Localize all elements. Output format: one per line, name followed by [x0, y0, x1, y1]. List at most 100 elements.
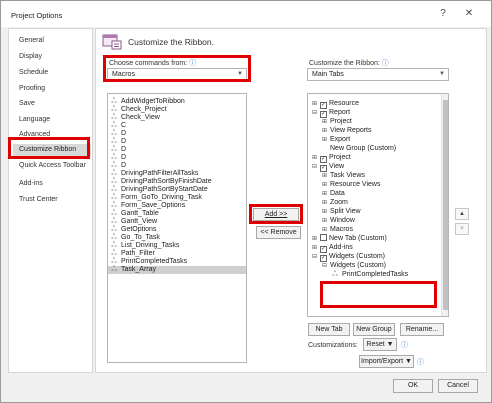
command-item[interactable]: ஃ List_Driving_Tasks: [110, 242, 179, 250]
macro-icon: ஃ: [111, 154, 117, 161]
ribbon-tree-label: Resource: [329, 100, 359, 107]
ribbon-tree-item[interactable]: ⊟ ✓ View: [311, 162, 344, 172]
tree-scrollbar-thumb[interactable]: [443, 100, 448, 310]
ribbon-tree-item[interactable]: ⊞ Resource Views: [321, 180, 380, 189]
chevron-down-icon: ▼: [237, 71, 243, 77]
ribbon-tree-item[interactable]: ⊞ ✓ Add-ins: [311, 243, 353, 253]
commands-list[interactable]: ஃ AddWidgetToRibbon ஃ Check_Project ஃ Check_V…: [107, 93, 247, 363]
command-item[interactable]: ஃ Gantt_Table: [110, 210, 159, 218]
new-tab-button[interactable]: New Tab: [308, 323, 350, 336]
add-button[interactable]: Add >>: [253, 208, 299, 221]
add-button-label: Add >>: [264, 211, 288, 218]
nav-save[interactable]: Save: [19, 98, 35, 110]
nav-language[interactable]: Language: [19, 114, 50, 126]
macro-icon: ஃ: [332, 271, 338, 278]
options-dialog: Project Options ? ✕ General Display Sche…: [0, 0, 492, 403]
command-item[interactable]: ஃ Form_Save_Options: [110, 202, 185, 210]
command-item[interactable]: ஃ AddWidgetToRibbon: [110, 98, 185, 106]
ribbon-tree-label: Macros: [330, 226, 353, 233]
move-down-button[interactable]: ▼: [455, 223, 469, 235]
ribbon-tree-item[interactable]: ⊞ Zoom: [321, 198, 348, 207]
tab-checkbox[interactable]: [320, 234, 327, 241]
ribbon-tree-item[interactable]: ⊞ New Tab (Custom): [311, 234, 387, 243]
ribbon-tree-item[interactable]: ⊞ View Reports: [321, 126, 372, 135]
command-label: Gantt_Table: [121, 210, 159, 217]
command-item[interactable]: ஃ Check_View: [110, 114, 160, 122]
tree-scrollbar[interactable]: [441, 94, 448, 316]
command-item[interactable]: ஃ Path_Filter: [110, 250, 155, 258]
ribbon-tree-item[interactable]: ⊞ ✓ Project: [311, 153, 351, 163]
ribbon-tree-item[interactable]: ⊟ ✓ Widgets (Custom): [311, 252, 385, 262]
macro-icon: ஃ: [111, 186, 117, 193]
nav-schedule[interactable]: Schedule: [19, 67, 48, 79]
command-item[interactable]: ஃ DrivingPathSortByStartDate: [110, 186, 208, 194]
ribbon-tree-item[interactable]: ⊞ Project: [321, 117, 352, 126]
remove-button[interactable]: << Remove: [256, 226, 301, 239]
help-button[interactable]: ?: [436, 8, 450, 19]
ribbon-tree-item[interactable]: ⊞ Export: [321, 135, 350, 144]
nav-add-ins[interactable]: Add-ins: [19, 178, 43, 190]
macro-icon: ஃ: [111, 178, 117, 185]
choose-commands-select[interactable]: Macros ▼: [107, 68, 247, 81]
nav-proofing[interactable]: Proofing: [19, 83, 45, 95]
move-up-button[interactable]: ▲: [455, 208, 469, 220]
nav-advanced[interactable]: Advanced: [19, 129, 50, 141]
ribbon-tree-item[interactable]: ⊞ Macros: [321, 225, 353, 234]
ribbon-tree-label: View Reports: [330, 127, 372, 134]
command-item[interactable]: ஃ Gantt_View: [110, 218, 157, 226]
collapse-icon[interactable]: ⊟: [321, 262, 328, 271]
cancel-button[interactable]: Cancel: [438, 379, 478, 393]
customize-ribbon-select[interactable]: Main Tabs ▼: [307, 68, 449, 81]
info-icon: ⓘ: [381, 60, 389, 67]
rename-button[interactable]: Rename...: [400, 323, 444, 336]
command-label: Path_Filter: [121, 250, 155, 257]
command-item[interactable]: ஃD: [110, 146, 126, 154]
ribbon-tree-item[interactable]: ஃ PrintCompletedTasks: [331, 270, 408, 279]
ribbon-tree-item[interactable]: ⊟ Widgets (Custom): [321, 261, 386, 270]
new-group-button[interactable]: New Group: [353, 323, 395, 336]
ribbon-tree-item[interactable]: ⊞ Window: [321, 216, 355, 225]
nav-general[interactable]: General: [19, 35, 44, 47]
close-button[interactable]: ✕: [462, 8, 476, 19]
command-item[interactable]: ஃC: [110, 122, 126, 130]
ribbon-tree-item[interactable]: ⊞ ✓ Resource: [311, 99, 359, 109]
macro-icon: ஃ: [111, 170, 117, 177]
command-item[interactable]: ஃD: [110, 130, 126, 138]
command-item[interactable]: ஃ GetOptions: [110, 226, 156, 234]
nav-display[interactable]: Display: [19, 51, 42, 63]
collapse-icon[interactable]: ⊟: [311, 163, 318, 172]
import-export-button[interactable]: Import/Export ▼: [359, 355, 414, 368]
ribbon-tabs-tree[interactable]: ⊞ ✓ Resource ⊟ ✓ Report ⊞ Project ⊞ View Reports ⊞…: [307, 93, 449, 317]
title-bar: Project Options ? ✕: [1, 1, 491, 27]
command-item[interactable]: ஃD: [110, 154, 126, 162]
macro-icon: ஃ: [111, 266, 117, 273]
macro-icon: ஃ: [111, 218, 117, 225]
command-item[interactable]: ஃD: [110, 162, 126, 170]
nav-customize-ribbon[interactable]: Customize Ribbon: [13, 144, 91, 156]
nav-quick-access-toolbar[interactable]: Quick Access Toolbar: [19, 160, 86, 172]
ribbon-tree-item[interactable]: ⊞ Data: [321, 189, 345, 198]
nav-trust-center[interactable]: Trust Center: [19, 194, 58, 206]
reset-button[interactable]: Reset ▼: [363, 338, 397, 351]
command-label: Task_Array: [121, 266, 157, 273]
ribbon-tree-item[interactable]: ⊟ ✓ Report: [311, 108, 350, 118]
ok-button[interactable]: OK: [393, 379, 433, 393]
collapse-icon[interactable]: ⊟: [311, 109, 318, 118]
macro-icon: ஃ: [111, 210, 117, 217]
command-item[interactable]: ஃ DrivingPathSortByFinishDate: [110, 178, 211, 186]
command-item[interactable]: ஃ PrintCompletedTasks: [110, 258, 187, 266]
command-item[interactable]: ஃ DrivingPathFilterAllTasks: [110, 170, 198, 178]
command-item[interactable]: ஃ Check_Project: [110, 106, 166, 114]
ribbon-tree-item[interactable]: ⊞ Task Views: [321, 171, 365, 180]
collapse-icon[interactable]: ⊟: [311, 253, 318, 262]
ribbon-tree-label: PrintCompletedTasks: [342, 271, 409, 278]
ribbon-tree-item[interactable]: ⊞ Split View: [321, 207, 361, 216]
command-item[interactable]: ஃ Task_Array: [108, 266, 246, 274]
command-item[interactable]: ஃ Go_To_Task: [110, 234, 160, 242]
command-item[interactable]: ஃ Form_GoTo_Driving_Task: [110, 194, 202, 202]
ribbon-tree-item[interactable]: New Group (Custom): [321, 144, 396, 153]
command-item[interactable]: ஃD: [110, 138, 126, 146]
command-label: D: [121, 146, 127, 153]
page-title: Customize the Ribbon.: [128, 37, 214, 47]
choose-commands-label-text: Choose commands from:: [109, 60, 188, 67]
